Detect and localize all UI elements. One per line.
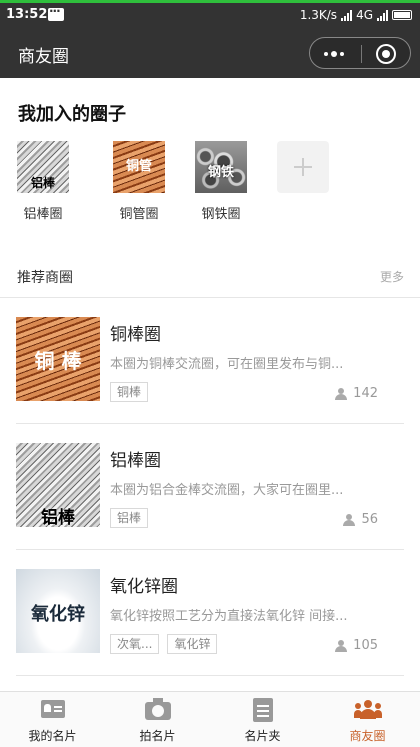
circle-description: 氧化锌按照工艺分为直接法氧化锌 间接... bbox=[110, 609, 348, 624]
thumbnail-overlay-text: 铝棒 bbox=[30, 176, 55, 190]
circle-name: 氧化锌圈 bbox=[110, 577, 178, 597]
circle-tags: 次氧... 氧化锌 bbox=[110, 634, 218, 654]
list-item[interactable]: 铝棒 铝棒圈 本圈为铝合金棒交流圈，大家可在圈里... 铝棒 56 bbox=[16, 424, 404, 550]
people-group-icon bbox=[353, 700, 382, 720]
circle-name: 铝棒圈 bbox=[110, 451, 161, 471]
tab-card-holder[interactable]: 名片夹 bbox=[210, 692, 315, 747]
status-time: 13:52 bbox=[6, 7, 48, 22]
image-overlay-text: 氧化锌 bbox=[31, 604, 85, 625]
tab-label: 商友圈 bbox=[349, 729, 386, 743]
image-overlay-text: 铜 棒 bbox=[34, 349, 82, 373]
tab-scan-card[interactable]: 拍名片 bbox=[105, 692, 210, 747]
wifi-signal-icon bbox=[341, 9, 353, 21]
capsule-divider bbox=[361, 45, 362, 63]
close-miniprogram-icon[interactable] bbox=[376, 44, 396, 64]
joined-circle-label: 铝棒圈 bbox=[23, 207, 63, 222]
thumbnail-overlay-text: 钢铁 bbox=[207, 165, 234, 180]
joined-circle-item[interactable]: 铝棒 铝棒圈 bbox=[16, 141, 70, 222]
person-icon bbox=[335, 639, 349, 652]
message-notification-icon bbox=[48, 4, 64, 21]
joined-circle-label: 铜管圈 bbox=[119, 207, 159, 222]
more-menu-icon[interactable] bbox=[324, 51, 344, 57]
tab-business-circle[interactable]: 商友圈 bbox=[315, 692, 420, 747]
cell-signal-icon bbox=[377, 9, 388, 21]
clipboard-icon bbox=[252, 698, 273, 722]
circle-tags: 铝棒 bbox=[110, 508, 149, 528]
battery-icon bbox=[392, 10, 412, 20]
circle-tags: 铜棒 bbox=[110, 382, 149, 402]
aluminum-rods-thumbnail: 铝棒 bbox=[17, 141, 69, 193]
recommended-title: 推荐商圈 bbox=[17, 270, 73, 286]
camera-icon bbox=[144, 698, 171, 720]
tag: 氧化锌 bbox=[167, 634, 218, 654]
tab-label: 名片夹 bbox=[244, 729, 281, 743]
member-count: 56 bbox=[343, 512, 378, 527]
thumbnail-overlay-text: 铜管 bbox=[125, 159, 152, 174]
member-count: 142 bbox=[335, 386, 378, 401]
bottom-tab-bar: 我的名片 拍名片 名片夹 商友圈 bbox=[0, 691, 420, 747]
circle-name: 铜棒圈 bbox=[110, 325, 161, 345]
list-item[interactable]: 氧化锌 氧化锌圈 氧化锌按照工艺分为直接法氧化锌 间接... 次氧... 氧化锌… bbox=[16, 550, 404, 676]
miniprogram-capsule bbox=[309, 37, 411, 69]
id-card-icon bbox=[40, 700, 65, 718]
joined-circles-list: 铝棒 铝棒圈 铜管 铜管圈 钢铁 钢铁圈 bbox=[16, 141, 344, 222]
list-item[interactable]: 铜 棒 铜棒圈 本圈为铜棒交流圈，可在圈里发布与铜... 铜棒 142 bbox=[16, 298, 404, 424]
plus-icon[interactable] bbox=[277, 141, 329, 193]
status-top-line bbox=[0, 0, 420, 3]
person-icon bbox=[335, 387, 349, 400]
person-icon bbox=[343, 513, 357, 526]
tag: 铝棒 bbox=[110, 508, 149, 528]
tab-label: 我的名片 bbox=[28, 729, 77, 743]
joined-circle-label: 钢铁圈 bbox=[201, 207, 241, 222]
zinc-oxide-powder-image: 氧化锌 bbox=[16, 569, 100, 653]
image-overlay-text: 铝棒 bbox=[41, 508, 75, 527]
navigation-bar: 商友圈 bbox=[0, 30, 420, 78]
network-type: 4G bbox=[356, 8, 373, 22]
joined-circle-item[interactable]: 铜管 铜管圈 bbox=[98, 141, 180, 222]
member-count-value: 56 bbox=[361, 512, 378, 527]
tag: 铜棒 bbox=[110, 382, 149, 402]
copper-rods-image: 铜 棒 bbox=[16, 317, 100, 401]
tab-my-card[interactable]: 我的名片 bbox=[0, 692, 105, 747]
joined-circles-title: 我加入的圈子 bbox=[18, 104, 126, 125]
status-right: 1.3K/s 4G bbox=[300, 8, 412, 22]
member-count-value: 105 bbox=[353, 638, 378, 653]
circle-description: 本圈为铜棒交流圈，可在圈里发布与铜... bbox=[110, 357, 344, 372]
joined-circle-item[interactable]: 钢铁 钢铁圈 bbox=[180, 141, 262, 222]
tab-label: 拍名片 bbox=[139, 729, 176, 743]
steel-pipes-thumbnail: 钢铁 bbox=[195, 141, 247, 193]
more-link[interactable]: 更多 bbox=[380, 268, 404, 285]
tag: 次氧... bbox=[110, 634, 160, 654]
status-bar: 13:52 1.3K/s 4G bbox=[0, 0, 420, 30]
net-speed: 1.3K/s bbox=[299, 8, 338, 22]
aluminum-rods-image: 铝棒 bbox=[16, 443, 100, 527]
member-count: 105 bbox=[335, 638, 378, 653]
page-title: 商友圈 bbox=[18, 47, 69, 67]
member-count-value: 142 bbox=[353, 386, 378, 401]
add-circle-item[interactable] bbox=[262, 141, 344, 222]
recommended-header: 推荐商圈 更多 bbox=[0, 258, 420, 298]
copper-pipes-thumbnail: 铜管 bbox=[113, 141, 165, 193]
circle-description: 本圈为铝合金棒交流圈，大家可在圈里... bbox=[110, 483, 344, 498]
recommended-list: 铜 棒 铜棒圈 本圈为铜棒交流圈，可在圈里发布与铜... 铜棒 142 铝棒 铝… bbox=[0, 298, 420, 676]
